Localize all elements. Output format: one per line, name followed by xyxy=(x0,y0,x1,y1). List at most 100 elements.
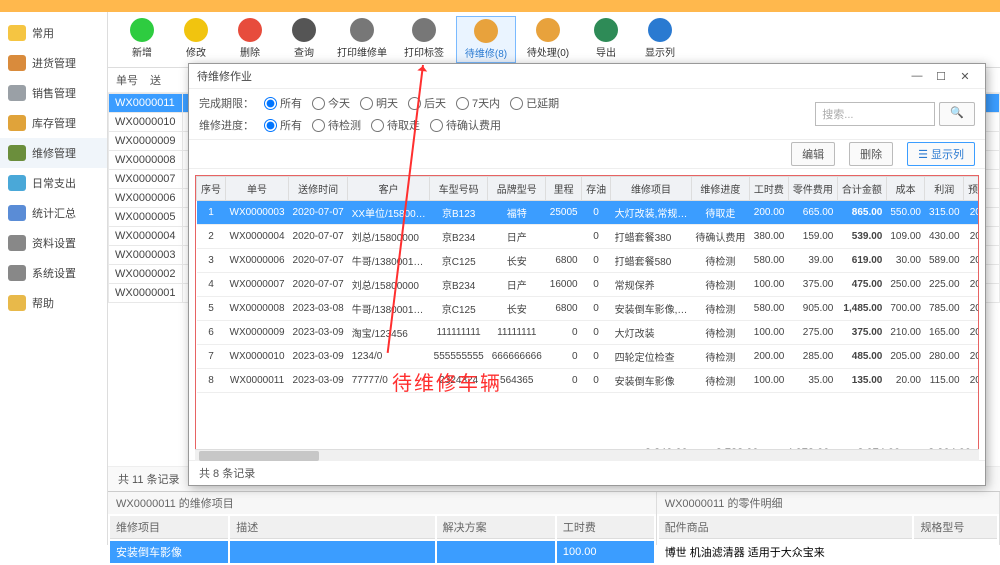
nav-icon xyxy=(8,295,26,311)
grid-row[interactable]: 6WX00000092023-03-09淘宝/12345611111111111… xyxy=(197,321,980,345)
filter-radio[interactable]: 所有 xyxy=(264,117,302,133)
sidebar-item[interactable]: 常用 xyxy=(0,18,107,48)
nav-icon xyxy=(8,175,26,191)
grid-header[interactable]: 存油 xyxy=(582,177,611,201)
filter-radio[interactable]: 待取走 xyxy=(371,117,420,133)
toolbar-button[interactable]: 新增 xyxy=(116,16,168,63)
sidebar-item-label: 库存管理 xyxy=(32,115,76,131)
grid-header[interactable]: 品牌型号 xyxy=(488,177,546,201)
toolbar-button[interactable]: 修改 xyxy=(170,16,222,63)
filter-radio[interactable]: 已延期 xyxy=(510,95,559,111)
detail-cell[interactable]: 博世 机油滤清器 适用于大众宝来 xyxy=(659,541,913,563)
modal-title: 待维修作业 xyxy=(197,68,905,84)
grid-header[interactable]: 里程 xyxy=(546,177,582,201)
grid-header[interactable]: 零件费用 xyxy=(788,177,837,201)
sidebar-item[interactable]: 日常支出 xyxy=(0,168,107,198)
grid-header[interactable]: 利润 xyxy=(925,177,964,201)
table-cell[interactable]: WX0000002 xyxy=(109,265,183,284)
toolbar-button[interactable]: 打印标签 xyxy=(394,16,454,63)
grid-row[interactable]: 8WX00000112023-03-0977777/02324324564365… xyxy=(197,369,980,393)
detail-cell[interactable] xyxy=(230,541,434,563)
table-cell[interactable]: WX0000010 xyxy=(109,113,183,132)
h-scrollbar[interactable] xyxy=(195,449,979,461)
grid-row[interactable]: 2WX00000042020-07-07刘总/15800000京B234日产0打… xyxy=(197,225,980,249)
sidebar-item[interactable]: 销售管理 xyxy=(0,78,107,108)
toolbar-button[interactable]: 查询 xyxy=(278,16,330,63)
delete-button[interactable]: 删除 xyxy=(849,142,893,166)
toolbar-button[interactable]: 导出 xyxy=(580,16,632,63)
toolbar-button[interactable]: 待维修(8) xyxy=(456,16,516,63)
table-cell[interactable]: WX0000008 xyxy=(109,151,183,170)
grid-row[interactable]: 7WX00000102023-03-091234/055555555566666… xyxy=(197,345,980,369)
toolbar-icon xyxy=(536,18,560,42)
detail-cell[interactable]: 100.00 xyxy=(557,541,654,563)
show-columns-button[interactable]: ☰ 显示列 xyxy=(907,142,975,166)
table-cell[interactable]: WX0000011 xyxy=(109,94,183,113)
sidebar-item[interactable]: 维修管理 xyxy=(0,138,107,168)
filter-radio[interactable]: 待检测 xyxy=(312,117,361,133)
filter-radio[interactable]: 待确认费用 xyxy=(430,117,501,133)
search-input[interactable]: 搜索... xyxy=(815,102,935,126)
toolbar-icon xyxy=(412,18,436,42)
table-cell[interactable]: WX0000007 xyxy=(109,170,183,189)
filter-radio[interactable]: 7天内 xyxy=(456,95,500,111)
grid-header[interactable]: 维修项目 xyxy=(611,177,692,201)
col-header: 送 xyxy=(150,72,161,88)
filter-radio[interactable]: 后天 xyxy=(408,95,446,111)
sidebar-item-label: 进货管理 xyxy=(32,55,76,71)
filter-radio[interactable]: 今天 xyxy=(312,95,350,111)
detail-cell[interactable] xyxy=(437,541,555,563)
filter-radio[interactable]: 所有 xyxy=(264,95,302,111)
toolbar-label: 删除 xyxy=(240,48,260,59)
toolbar-icon xyxy=(350,18,374,42)
sidebar-item[interactable]: 系统设置 xyxy=(0,258,107,288)
sidebar-item[interactable]: 统计汇总 xyxy=(0,198,107,228)
sidebar-item[interactable]: 资料设置 xyxy=(0,228,107,258)
search-button[interactable]: 🔍 xyxy=(939,102,975,126)
pending-grid[interactable]: 序号单号送修时间客户车型号码品牌型号里程存油维修项目维修进度工时费零件费用合计金… xyxy=(196,176,979,393)
grid-row[interactable]: 5WX00000082023-03-08牛哥/1380001…京C125长安68… xyxy=(197,297,980,321)
table-cell[interactable]: WX0000009 xyxy=(109,132,183,151)
toolbar-button[interactable]: 待处理(0) xyxy=(518,16,578,63)
table-cell[interactable]: WX0000005 xyxy=(109,208,183,227)
toolbar-icon xyxy=(594,18,618,42)
toolbar-label: 打印标签 xyxy=(404,48,444,59)
grid-header[interactable]: 工时费 xyxy=(749,177,788,201)
minimize-icon[interactable]: — xyxy=(905,70,929,82)
toolbar-icon xyxy=(474,19,498,43)
grid-header[interactable]: 车型号码 xyxy=(430,177,488,201)
sidebar-item[interactable]: 库存管理 xyxy=(0,108,107,138)
table-cell[interactable]: WX0000001 xyxy=(109,284,183,303)
toolbar-label: 待处理(0) xyxy=(527,48,569,59)
toolbar-icon xyxy=(292,18,316,42)
grid-header[interactable]: 单号 xyxy=(226,177,289,201)
maximize-icon[interactable]: ☐ xyxy=(929,70,953,83)
grid-header[interactable]: 预计完成 xyxy=(964,177,979,201)
filter-radio[interactable]: 明天 xyxy=(360,95,398,111)
grid-row[interactable]: 4WX00000072020-07-07刘总/15800000京B234日产16… xyxy=(197,273,980,297)
toolbar-button[interactable]: 打印维修单 xyxy=(332,16,392,63)
table-cell[interactable]: WX0000006 xyxy=(109,189,183,208)
grid-header[interactable]: 客户 xyxy=(348,177,430,201)
grid-header[interactable]: 维修进度 xyxy=(691,177,749,201)
toolbar-icon xyxy=(238,18,262,42)
detail-cell[interactable]: 安装倒车影像 xyxy=(110,541,228,563)
grid-header[interactable]: 序号 xyxy=(197,177,226,201)
sidebar-item[interactable]: 帮助 xyxy=(0,288,107,318)
close-icon[interactable]: ✕ xyxy=(953,70,977,83)
grid-row[interactable]: 3WX00000062020-07-07牛哥/1380001…京C125长安68… xyxy=(197,249,980,273)
grid-header[interactable]: 送修时间 xyxy=(289,177,348,201)
table-cell[interactable]: WX0000003 xyxy=(109,246,183,265)
toolbar-icon xyxy=(648,18,672,42)
sidebar-item[interactable]: 进货管理 xyxy=(0,48,107,78)
grid-header[interactable]: 合计金额 xyxy=(837,177,886,201)
grid-row[interactable]: 1WX00000032020-07-07XX单位/15800…京B123福特25… xyxy=(197,201,980,225)
grid-header[interactable]: 成本 xyxy=(886,177,925,201)
toolbar-button[interactable]: 删除 xyxy=(224,16,276,63)
detail-cell[interactable] xyxy=(914,541,997,563)
edit-button[interactable]: 编辑 xyxy=(791,142,835,166)
toolbar-label: 新增 xyxy=(132,48,152,59)
table-cell[interactable]: WX0000004 xyxy=(109,227,183,246)
toolbar-button[interactable]: 显示列 xyxy=(634,16,686,63)
detail-col: 解决方案 xyxy=(437,516,555,539)
